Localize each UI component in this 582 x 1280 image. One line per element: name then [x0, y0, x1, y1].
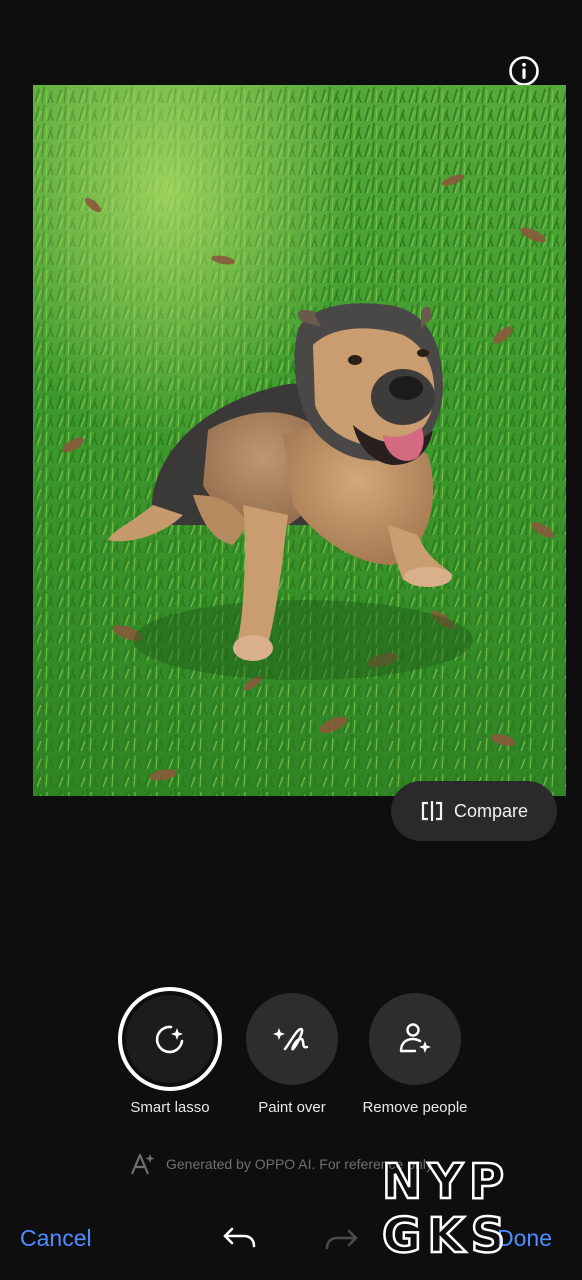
tool-button-smart-lasso[interactable]	[118, 987, 222, 1091]
undo-icon	[223, 1227, 256, 1248]
tool-paint-over[interactable]: Paint over	[222, 993, 362, 1116]
remove-people-icon	[399, 1023, 431, 1053]
paint-over-icon	[273, 1027, 309, 1051]
ai-disclaimer-text: Generated by OPPO AI. For reference only	[166, 1156, 433, 1172]
tool-smart-lasso[interactable]: Smart lasso	[100, 987, 240, 1116]
undo-button[interactable]	[222, 1225, 258, 1256]
info-button[interactable]	[508, 55, 540, 87]
bottom-action-bar: Cancel Done	[0, 1215, 582, 1265]
ai-eraser-screen: Compare Smart lasso Paint over Remove pe…	[0, 0, 582, 1280]
compare-icon	[421, 801, 443, 821]
smart-lasso-icon	[155, 1025, 184, 1054]
ai-sparkle-icon	[130, 1153, 155, 1175]
ai-disclaimer: Generated by OPPO AI. For reference only	[130, 1152, 433, 1176]
tool-remove-people[interactable]: Remove people	[345, 993, 485, 1116]
compare-button[interactable]: Compare	[391, 781, 557, 841]
tool-button-paint-over[interactable]	[246, 993, 338, 1085]
cancel-button[interactable]: Cancel	[20, 1225, 92, 1252]
compare-label: Compare	[453, 800, 529, 821]
tool-label: Remove people	[362, 1099, 468, 1116]
tool-label: Smart lasso	[130, 1099, 210, 1116]
tool-button-remove-people[interactable]	[369, 993, 461, 1085]
done-button[interactable]: Done	[497, 1225, 552, 1252]
photo-preview[interactable]	[33, 85, 566, 796]
redo-icon	[325, 1229, 358, 1250]
tool-label: Paint over	[258, 1099, 326, 1116]
redo-button[interactable]	[323, 1227, 359, 1258]
info-icon	[509, 56, 539, 86]
dog-photo-image	[33, 85, 566, 796]
